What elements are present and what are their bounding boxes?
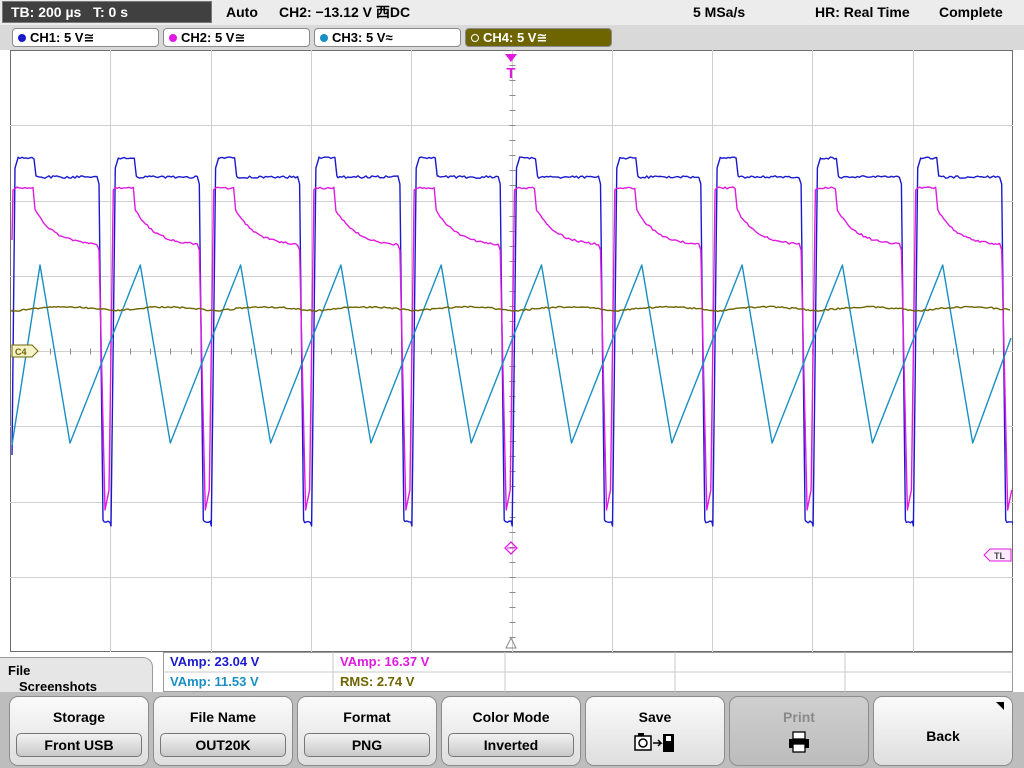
- menu-corner-icon: [996, 702, 1004, 710]
- channel-2-button[interactable]: CH2: 5 V≅: [163, 28, 310, 47]
- timebase-box[interactable]: TB: 200 µs T: 0 s: [2, 1, 212, 23]
- measurement-ch1-vamp: VAmp: 23.04 V: [170, 653, 259, 671]
- print-softkey[interactable]: Print: [729, 696, 869, 766]
- save-to-usb-icon: [633, 731, 677, 755]
- channel-4-dot-icon: [471, 34, 479, 42]
- sample-rate: 5 MSa/s: [693, 3, 745, 21]
- measurement-ch3-vamp: VAmp: 11.53 V: [170, 673, 259, 691]
- graticule: T C4 TL: [10, 50, 1013, 652]
- channel-4-label: CH4: 5 V≅: [483, 30, 547, 45]
- file-name-softkey[interactable]: File Name OUT20K: [153, 696, 293, 766]
- storage-value[interactable]: Front USB: [16, 733, 142, 757]
- softkey-bar: Storage Front USB File Name OUT20K Forma…: [0, 692, 1024, 768]
- measurement-grid: [163, 652, 1013, 692]
- channel-2-dot-icon: [169, 34, 177, 42]
- channel-3-label: CH3: 5 V≈: [332, 30, 393, 45]
- printer-icon: [787, 731, 811, 753]
- channel-2-label: CH2: 5 V≅: [181, 30, 245, 45]
- back-softkey[interactable]: Back: [873, 696, 1013, 766]
- color-mode-label: Color Mode: [442, 709, 580, 725]
- measurement-ch4-rms: RMS: 2.74 V: [340, 673, 414, 691]
- file-name-label: File Name: [154, 709, 292, 725]
- format-value[interactable]: PNG: [304, 733, 430, 757]
- trigger-marker-label: T: [506, 65, 515, 82]
- waveform-display[interactable]: T C4 TL: [10, 50, 1013, 652]
- color-mode-softkey[interactable]: Color Mode Inverted: [441, 696, 581, 766]
- acquisition-status: Complete: [939, 3, 1003, 21]
- channel-3-button[interactable]: CH3: 5 V≈: [314, 28, 461, 47]
- back-label: Back: [874, 728, 1012, 744]
- menu-title-tab: File Screenshots: [0, 657, 153, 697]
- save-softkey[interactable]: Save: [585, 696, 725, 766]
- file-name-value[interactable]: OUT20K: [160, 733, 286, 757]
- trigger-time-readout: T: 0 s: [93, 4, 128, 20]
- menu-title-line1: File: [8, 663, 30, 678]
- print-label: Print: [730, 709, 868, 725]
- channel-3-dot-icon: [320, 34, 328, 42]
- acquisition-mode: HR: Real Time: [815, 3, 910, 21]
- format-label: Format: [298, 709, 436, 725]
- measurement-ch2-vamp: VAmp: 16.37 V: [340, 653, 429, 671]
- channel-4-button[interactable]: CH4: 5 V≅: [465, 28, 612, 47]
- trigger-level-label: TL: [994, 551, 1005, 561]
- channel-4-ground-label: C4: [15, 347, 27, 357]
- trigger-mode[interactable]: Auto: [226, 3, 258, 21]
- save-label: Save: [586, 709, 724, 725]
- channel-bar: CH1: 5 V≅ CH2: 5 V≅ CH3: 5 V≈ CH4: 5 V≅: [0, 25, 1024, 50]
- timebase-readout: TB: 200 µs: [11, 4, 81, 20]
- channel-1-button[interactable]: CH1: 5 V≅: [12, 28, 159, 47]
- channel-1-label: CH1: 5 V≅: [30, 30, 94, 45]
- storage-softkey[interactable]: Storage Front USB: [9, 696, 149, 766]
- trigger-info[interactable]: CH2: −13.12 V ⻄DC: [279, 3, 410, 21]
- measurement-panel: VAmp: 23.04 V VAmp: 16.37 V VAmp: 11.53 …: [163, 652, 1013, 692]
- trigger-level-marker[interactable]: TL: [984, 549, 1011, 561]
- color-mode-value[interactable]: Inverted: [448, 733, 574, 757]
- format-softkey[interactable]: Format PNG: [297, 696, 437, 766]
- channel-1-dot-icon: [18, 34, 26, 42]
- storage-label: Storage: [10, 709, 148, 725]
- channel-4-ground-marker[interactable]: C4: [12, 345, 38, 357]
- status-bar: TB: 200 µs T: 0 s Auto CH2: −13.12 V ⻄DC…: [0, 0, 1024, 25]
